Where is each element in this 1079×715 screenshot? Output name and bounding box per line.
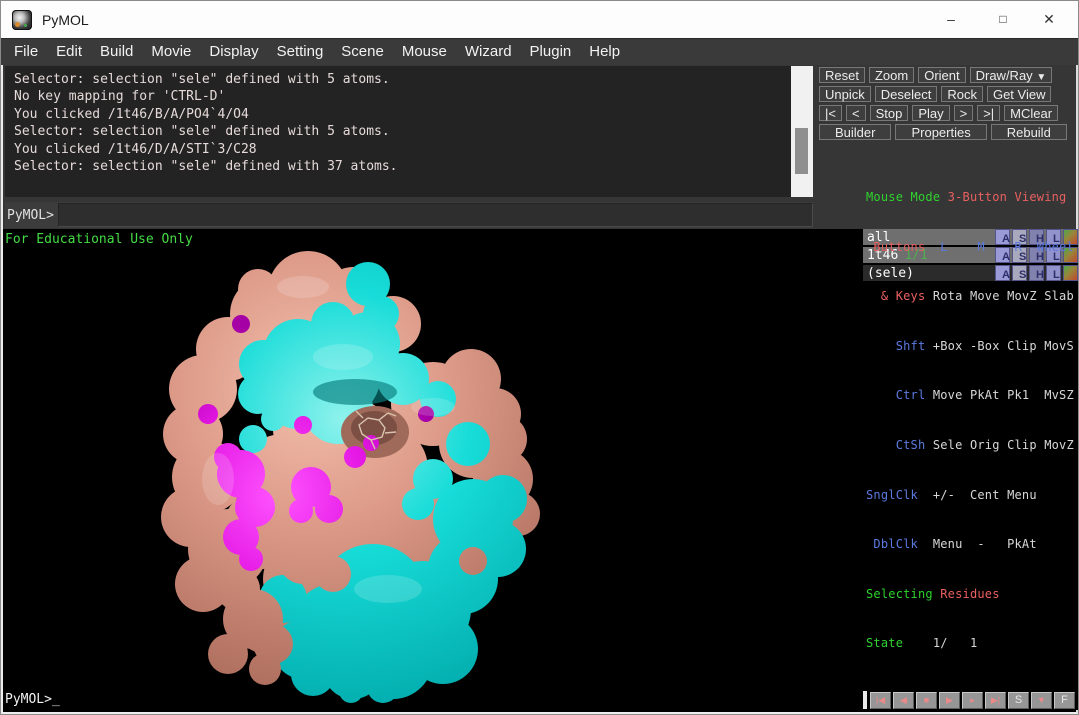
pymol-app-icon: [12, 9, 32, 30]
mouse-row-label: SnglClk: [866, 487, 918, 502]
playback-s-button[interactable]: S: [1008, 691, 1029, 709]
mouse-row-label: Shft: [866, 338, 926, 353]
maximize-button[interactable]: □: [980, 1, 1026, 37]
mouse-row-text: Sele Orig Clip MovZ: [925, 438, 1074, 453]
mouse-row-text: 3-Button Viewing: [940, 190, 1067, 205]
console-line: Selector: selection "sele" defined with …: [14, 72, 390, 87]
mouse-row-text: Residues: [932, 586, 1000, 601]
mouse-row-label: Ctrl: [866, 388, 926, 403]
menu-scene[interactable]: Scene: [332, 39, 393, 65]
menu-mouse[interactable]: Mouse: [393, 39, 456, 65]
frame-next-button[interactable]: >: [953, 105, 974, 121]
mouse-row-label: & Keys: [866, 289, 926, 304]
playback-f-button[interactable]: F: [1054, 691, 1075, 709]
window-title: PyMOL: [42, 11, 89, 28]
educational-watermark: For Educational Use Only: [5, 232, 193, 247]
frame-prev-button[interactable]: <: [845, 105, 866, 121]
mouse-row-label: Buttons: [866, 239, 926, 254]
playback-play-button[interactable]: ▶: [939, 691, 960, 709]
console-line: You clicked /1t46/D/A/STI`3/C28: [14, 141, 257, 157]
movie-play-button[interactable]: Play: [912, 105, 950, 121]
menu-movie[interactable]: Movie: [142, 39, 200, 65]
orient-button[interactable]: Orient: [918, 67, 966, 83]
draw-ray-label: Draw/Ray: [975, 68, 1033, 83]
menu-file[interactable]: File: [5, 39, 47, 65]
mouse-row-label: CtSh: [866, 438, 926, 453]
reset-button[interactable]: Reset: [819, 67, 865, 83]
movie-stop-button[interactable]: Stop: [869, 105, 909, 121]
mouse-row-text: L M R Wheel: [925, 239, 1074, 254]
playback-down-button[interactable]: ▼: [1031, 691, 1052, 709]
menu-edit[interactable]: Edit: [47, 39, 91, 65]
playback-controls: |◀ ◀ ■ ▶ ▸ ▶| S ▼ F: [863, 690, 1078, 710]
frame-last-button[interactable]: >|: [977, 105, 1001, 121]
mouse-mode-panel: Mouse Mode 3-Button Viewing Buttons L M …: [866, 154, 1074, 688]
command-input[interactable]: [57, 203, 813, 227]
menu-plugin[interactable]: Plugin: [521, 39, 581, 65]
frame-first-button[interactable]: |<: [819, 105, 842, 121]
viewport-prompt: PyMOL>_: [5, 692, 60, 707]
command-prompt-label: PyMOL>: [7, 207, 54, 223]
get-view-button[interactable]: Get View: [986, 86, 1052, 102]
mouse-row-text: 1/ 1: [903, 636, 978, 651]
playback-last-button[interactable]: ▶|: [985, 691, 1006, 709]
mouse-row-label: DblClk: [866, 537, 918, 552]
menu-bar: File Edit Build Movie Display Setting Sc…: [1, 39, 1078, 65]
console-line: No key mapping for 'CTRL-D': [14, 89, 226, 105]
mouse-row-text: +/- Cent Menu: [917, 487, 1037, 502]
playback-stop-button[interactable]: ■: [916, 691, 937, 709]
console-line: Selector: selection "sele" defined with …: [14, 159, 398, 175]
molecule-surface-rendering[interactable]: [3, 229, 863, 710]
menu-wizard[interactable]: Wizard: [456, 39, 521, 65]
draw-ray-button[interactable]: Draw/Ray ▼: [969, 67, 1053, 83]
mouse-row-label: State: [866, 636, 904, 651]
mouse-row-label: Selecting: [866, 586, 933, 601]
playback-prev-button[interactable]: ◀: [893, 691, 914, 709]
console-line: You clicked /1t46/B/A/PO4`4/O4: [14, 106, 249, 122]
deselect-button[interactable]: Deselect: [874, 86, 938, 102]
menu-build[interactable]: Build: [91, 39, 142, 65]
mouse-row-text: Menu - PkAt: [917, 537, 1037, 552]
viewport-3d[interactable]: For Educational Use Only PyMOL>_: [3, 229, 863, 710]
title-bar: PyMOL – □ ✕: [1, 1, 1078, 39]
dropdown-arrow-icon: ▼: [1036, 72, 1047, 83]
playback-first-button[interactable]: |◀: [870, 691, 891, 709]
mouse-row-label: Mouse Mode: [866, 190, 941, 205]
playback-next-button[interactable]: ▸: [962, 691, 983, 709]
properties-button[interactable]: Properties: [895, 124, 987, 140]
menu-display[interactable]: Display: [200, 39, 267, 65]
menu-setting[interactable]: Setting: [268, 39, 333, 65]
control-panel: Reset Zoom Orient Draw/Ray ▼ Unpick Dese…: [816, 67, 1078, 143]
minimize-button[interactable]: –: [928, 1, 974, 37]
mouse-row-text: Rota Move MovZ Slab: [925, 289, 1074, 304]
console-scrollbar-thumb[interactable]: [795, 128, 808, 174]
panel-scroll-strip[interactable]: [863, 691, 867, 709]
zoom-button[interactable]: Zoom: [868, 67, 915, 83]
main-area: For Educational Use Only PyMOL>_ all A S…: [1, 191, 1078, 714]
command-row: PyMOL>: [5, 202, 813, 228]
side-panel: all A S H L 1t46 1/1 A S H L (sele) A S …: [863, 191, 1078, 710]
console-line: Selector: selection "sele" defined with …: [14, 124, 390, 140]
mouse-row-text: +Box -Box Clip MovS: [925, 338, 1074, 353]
unpick-button[interactable]: Unpick: [819, 86, 871, 102]
menu-help[interactable]: Help: [580, 39, 629, 65]
rock-button[interactable]: Rock: [941, 86, 983, 102]
rebuild-button[interactable]: Rebuild: [990, 124, 1067, 140]
console-log: Selector: selection "sele" defined with …: [5, 66, 791, 197]
pymol-window: PyMOL – □ ✕ File Edit Build Movie Displa…: [0, 0, 1079, 715]
mouse-row-text: Move PkAt Pk1 MvSZ: [925, 388, 1074, 403]
builder-button[interactable]: Builder: [819, 124, 892, 140]
mclear-button[interactable]: MClear: [1004, 105, 1059, 121]
close-button[interactable]: ✕: [1026, 1, 1072, 37]
console-scrollbar[interactable]: [791, 66, 813, 197]
